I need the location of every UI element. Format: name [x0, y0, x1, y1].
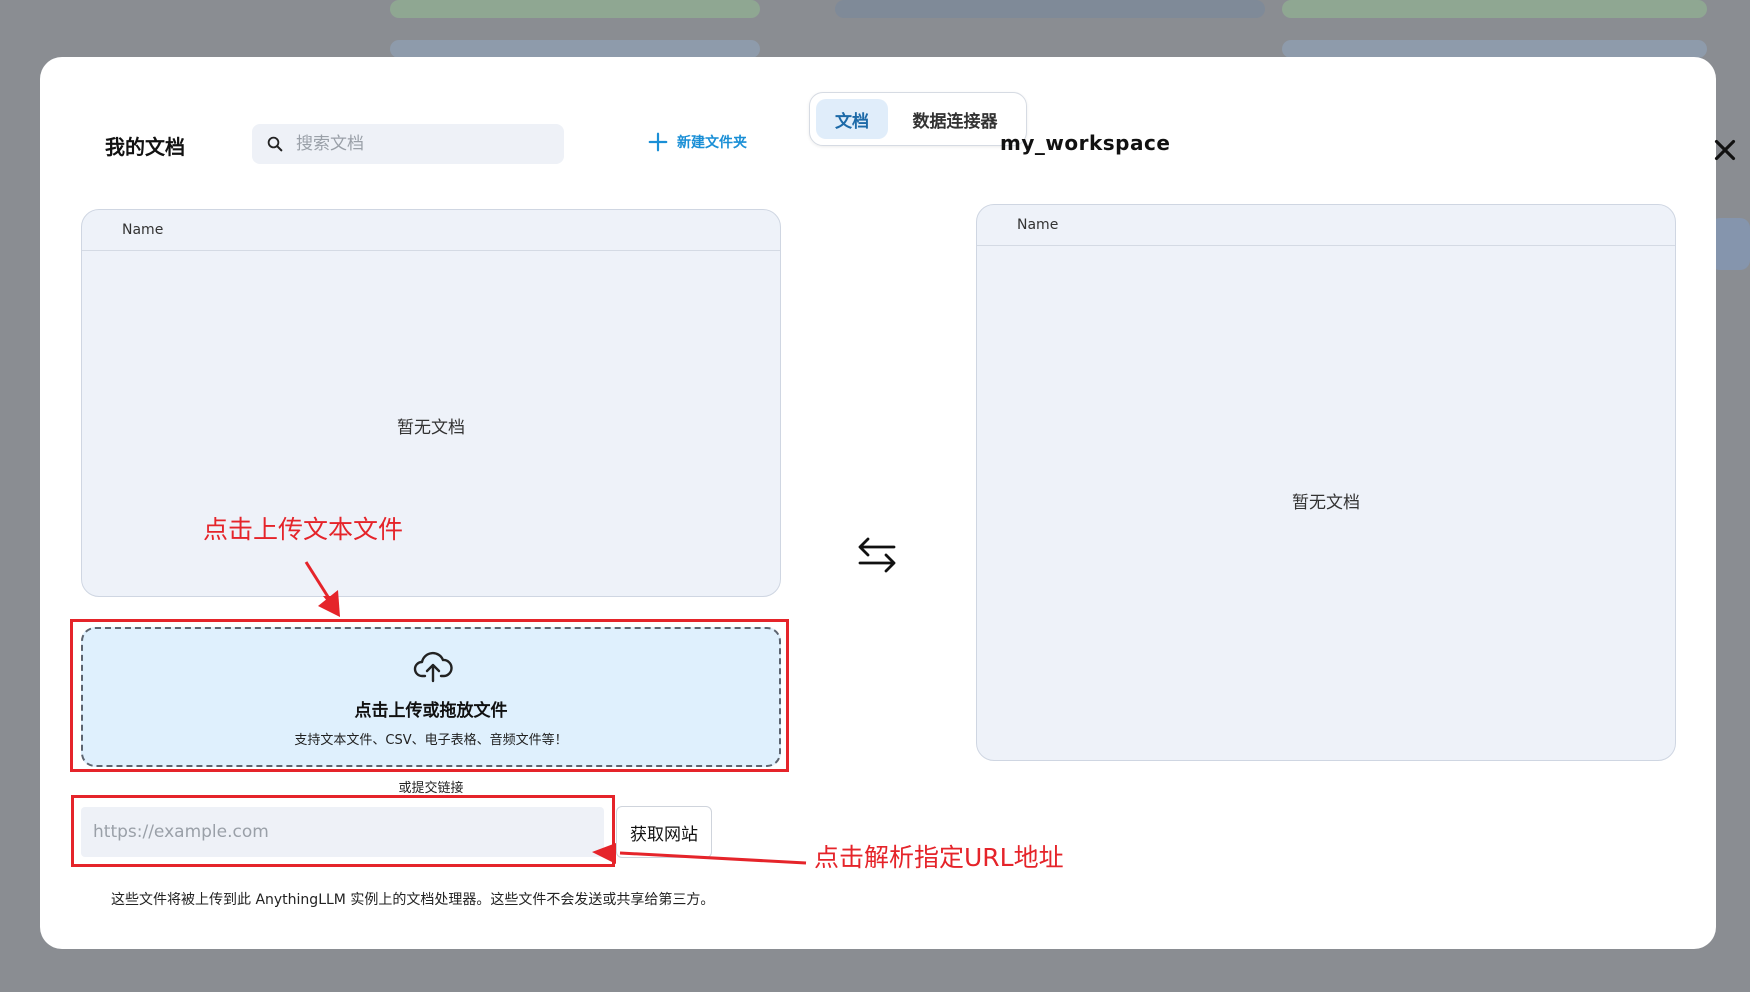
my-documents-title: 我的文档	[105, 135, 185, 159]
upload-title: 点击上传或拖放文件	[354, 701, 508, 721]
background-card	[1282, 0, 1707, 18]
search-icon	[267, 136, 283, 152]
close-button[interactable]	[1708, 133, 1742, 167]
upload-dropzone[interactable]: 点击上传或拖放文件 支持文本文件、CSV、电子表格、音频文件等！	[81, 627, 781, 767]
upload-subtitle: 支持文本文件、CSV、电子表格、音频文件等！	[294, 733, 568, 748]
column-header-name[interactable]: Name	[82, 210, 780, 251]
fetch-website-button[interactable]: 获取网站	[616, 806, 712, 858]
annotation-upload-hint: 点击上传文本文件	[203, 515, 404, 544]
empty-state-text: 暂无文档	[397, 418, 465, 438]
tab-documents[interactable]: 文档	[816, 99, 888, 139]
swap-arrows-icon[interactable]	[854, 532, 900, 578]
column-header-name[interactable]: Name	[977, 205, 1675, 246]
tab-data-connectors[interactable]: 数据连接器	[896, 99, 1014, 139]
empty-state-text: 暂无文档	[1292, 493, 1360, 513]
tab-switcher: 文档 数据连接器	[809, 92, 1027, 146]
privacy-footnote: 这些文件将被上传到此 AnythingLLM 实例上的文档处理器。这些文件不会发…	[111, 892, 715, 908]
background-card	[835, 0, 1265, 18]
url-input[interactable]	[81, 807, 604, 857]
my-documents-list: Name 暂无文档	[81, 209, 781, 597]
or-submit-link-text: 或提交链接	[398, 781, 464, 796]
search-input[interactable]	[294, 133, 558, 155]
plus-icon	[648, 132, 668, 152]
background-card	[390, 0, 760, 18]
background-card	[1710, 218, 1750, 270]
search-box[interactable]	[252, 124, 564, 164]
new-folder-label: 新建文件夹	[677, 135, 747, 151]
workspace-title: my_workspace	[1000, 131, 1171, 155]
close-icon	[1714, 139, 1736, 161]
new-folder-button[interactable]: 新建文件夹	[647, 131, 747, 153]
background-card	[1282, 40, 1707, 58]
workspace-documents-list: Name 暂无文档	[976, 204, 1676, 761]
cloud-upload-icon	[413, 651, 453, 683]
annotation-url-hint: 点击解析指定URL地址	[814, 843, 1064, 872]
background-card	[390, 40, 760, 58]
